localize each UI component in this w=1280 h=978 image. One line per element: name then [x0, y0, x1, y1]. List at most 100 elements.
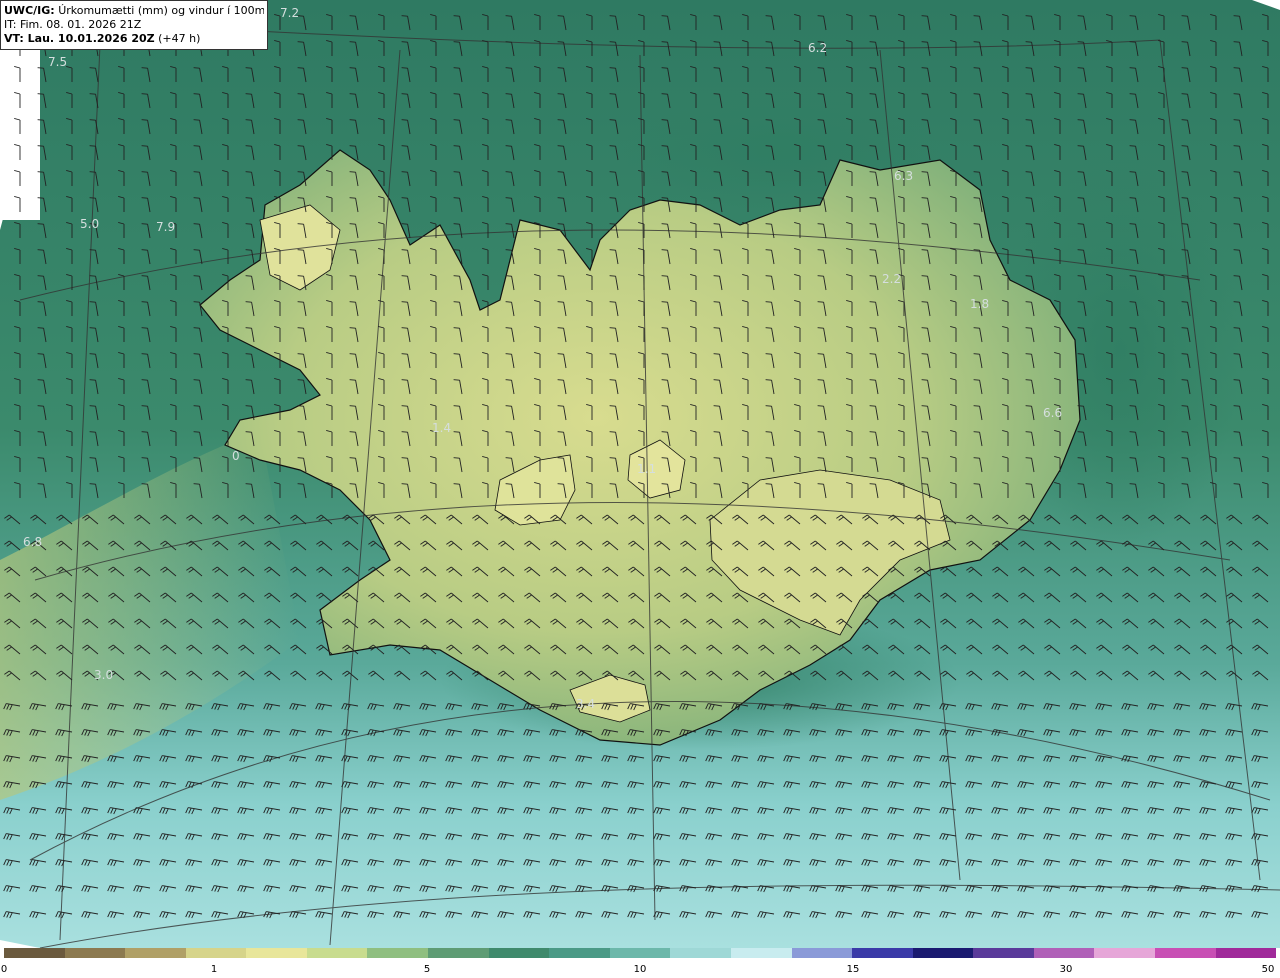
wind-barb-flag [505, 457, 512, 459]
wind-barb-flag [921, 41, 928, 43]
wind-barb-flag [297, 67, 304, 69]
wind-barb-flag [973, 431, 980, 433]
wind-barb-flag [37, 119, 44, 121]
colorbar-tick: 5 [423, 964, 431, 975]
wind-barb-flag [1025, 15, 1032, 17]
wind-barb-flag [453, 301, 460, 303]
wind-barb-flag [505, 483, 512, 485]
wind-barb-flag [1181, 171, 1188, 173]
wind-barb-flag [921, 457, 928, 459]
wind-barb-flag [765, 67, 772, 69]
wind-barb-flag [89, 327, 96, 329]
wind-barb-flag [505, 93, 512, 95]
wind-barb-flag [921, 379, 928, 381]
colorbar-segment [1094, 948, 1155, 958]
wind-barb-flag [349, 171, 356, 173]
wind-barb-flag [453, 197, 460, 199]
wind-barb-flag [973, 171, 980, 173]
wind-barb-flag [713, 197, 720, 199]
wind-barb-flag [1129, 145, 1136, 147]
wind-barb-flag [193, 327, 200, 329]
wind-barb-flag [453, 15, 460, 17]
wind-barb-flag [557, 15, 564, 17]
colorbar-segment [367, 948, 429, 958]
colorbar-tick: 10 [633, 964, 647, 975]
wind-barb-flag [1077, 457, 1084, 459]
value-label: 3.4 [576, 697, 595, 711]
wind-barb-flag [349, 327, 356, 329]
wind-barb-flag [661, 15, 668, 17]
wind-barb-flag [297, 93, 304, 95]
wind-barb-flag [349, 67, 356, 69]
wind-barb-flag [609, 15, 616, 17]
wind-barb-flag [505, 249, 512, 251]
wind-barb-flag [297, 301, 304, 303]
wind-barb-flag [1181, 457, 1188, 459]
wind-barb-flag [869, 223, 876, 225]
wind-barb-flag [141, 171, 148, 173]
wind-barb-flag [713, 301, 720, 303]
wind-barb-flag [1025, 171, 1032, 173]
wind-barb-flag [141, 301, 148, 303]
wind-barb-flag [973, 119, 980, 121]
wind-barb-flag [1233, 405, 1240, 407]
wind-barb-flag [1181, 379, 1188, 381]
wind-barb-flag [37, 67, 44, 69]
wind-barb-flag [1025, 249, 1032, 251]
wind-barb-flag [765, 457, 772, 459]
map-canvas[interactable]: 7.2 7.5 6.2 5.0 7.9 6.3 2.2 1.8 6.6 1.4 … [0, 0, 1280, 948]
wind-barb-flag [245, 119, 252, 121]
wind-barb-flag [817, 171, 824, 173]
wind-barb-flag [1233, 93, 1240, 95]
wind-barb-flag [245, 145, 252, 147]
wind-barb-flag [869, 457, 876, 459]
wind-barb-flag [973, 197, 980, 199]
wind-barb-flag [453, 457, 460, 459]
colorbar-segment [488, 948, 550, 958]
wind-barb-flag [921, 353, 928, 355]
wind-barb-flag [609, 457, 616, 459]
wind-barb-flag [193, 301, 200, 303]
wind-barb-flag [505, 197, 512, 199]
wind-barb-flag [1077, 223, 1084, 225]
wind-barb-flag [1181, 275, 1188, 277]
wind-barb-flag [1025, 301, 1032, 303]
wind-barb-flag [245, 327, 252, 329]
wind-barb-flag [921, 275, 928, 277]
wind-barb-flag [661, 145, 668, 147]
wind-barb-flag [1025, 145, 1032, 147]
wind-barb-flag [401, 93, 408, 95]
wind-barb-flag [869, 431, 876, 433]
wind-barb-flag [1129, 15, 1136, 17]
wind-barb-flag [661, 275, 668, 277]
colorbar-tick: 50 [1261, 964, 1275, 975]
wind-barb-flag [557, 41, 564, 43]
wind-barb-flag [713, 145, 720, 147]
wind-barb-flag [1181, 353, 1188, 355]
wind-barb-flag [921, 405, 928, 407]
wind-barb-flag [1025, 405, 1032, 407]
wind-barb-flag [89, 67, 96, 69]
wind-barb-flag [505, 353, 512, 355]
wind-barb-flag [89, 275, 96, 277]
wind-barb-flag [661, 67, 668, 69]
wind-barb-flag [921, 483, 928, 485]
wind-barb-flag [765, 483, 772, 485]
wind-barb-flag [921, 67, 928, 69]
wind-barb-flag [193, 93, 200, 95]
wind-barb-flag [1129, 119, 1136, 121]
wind-barb-flag [1077, 301, 1084, 303]
wind-barb-flag [765, 171, 772, 173]
wind-barb-flag [401, 249, 408, 251]
wind-barb-flag [193, 483, 200, 485]
wind-barb-flag [765, 223, 772, 225]
wind-barb-flag [1233, 457, 1240, 459]
wind-barb-flag [713, 353, 720, 355]
wind-barb-flag [921, 93, 928, 95]
wind-barb-flag [557, 353, 564, 355]
wind-barb-flag [661, 379, 668, 381]
wind-barb-flag [89, 249, 96, 251]
wind-barb-flag [661, 41, 668, 43]
issue-time: IT: Fim. 08. 01. 2026 21Z [4, 18, 142, 31]
value-label: 6.6 [1043, 406, 1062, 420]
